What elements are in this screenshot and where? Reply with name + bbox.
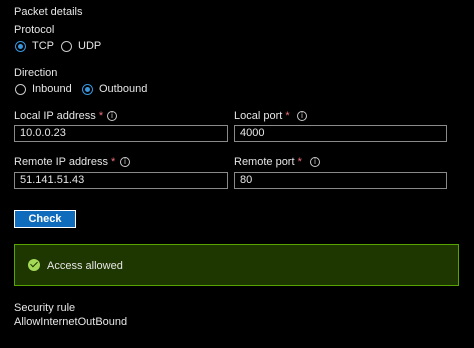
remote-port-input[interactable]: 80	[234, 172, 447, 189]
remote-ip-label: Remote IP address *	[14, 156, 115, 169]
remote-ip-label-text: Remote IP address	[14, 156, 108, 168]
result-banner: Access allowed	[14, 244, 459, 286]
packet-details-panel: Packet details Protocol TCP UDP Directio…	[0, 0, 474, 348]
local-ip-label: Local IP address *	[14, 110, 103, 123]
result-message: Access allowed	[47, 260, 123, 272]
remote-port-label: Remote port *	[234, 156, 302, 169]
required-marker: *	[98, 110, 104, 122]
required-marker: *	[111, 156, 116, 168]
info-icon[interactable]: i	[120, 157, 130, 167]
security-rule-label: Security rule	[14, 302, 76, 314]
check-circle-icon	[28, 259, 40, 271]
local-port-input[interactable]: 4000	[234, 125, 447, 142]
section-title: Packet details	[14, 6, 83, 18]
direction-inbound-label[interactable]: Inbound	[32, 83, 72, 96]
required-marker: *	[297, 156, 302, 168]
security-rule-value: AllowInternetOutBound	[14, 316, 128, 328]
remote-ip-input[interactable]: 51.141.51.43	[14, 172, 228, 189]
local-ip-label-text: Local IP address	[14, 110, 96, 122]
direction-outbound-label[interactable]: Outbound	[99, 83, 147, 96]
remote-port-label-text: Remote port	[234, 156, 295, 168]
direction-outbound-radio[interactable]	[82, 84, 93, 95]
protocol-tcp-radio[interactable]	[15, 41, 26, 52]
check-button[interactable]: Check	[14, 210, 76, 228]
local-ip-input[interactable]: 10.0.0.23	[14, 125, 228, 142]
local-port-label-text: Local port	[234, 110, 283, 122]
protocol-label: Protocol	[14, 24, 55, 36]
direction-inbound-radio[interactable]	[15, 84, 26, 95]
protocol-tcp-label[interactable]: TCP	[32, 40, 54, 53]
info-icon[interactable]: i	[107, 111, 117, 121]
info-icon[interactable]: i	[297, 111, 307, 121]
protocol-udp-label[interactable]: UDP	[78, 40, 101, 53]
protocol-udp-radio[interactable]	[61, 41, 72, 52]
local-port-label: Local port *	[234, 110, 290, 123]
info-icon[interactable]: i	[310, 157, 320, 167]
direction-label: Direction	[14, 67, 58, 79]
required-marker: *	[285, 110, 290, 122]
